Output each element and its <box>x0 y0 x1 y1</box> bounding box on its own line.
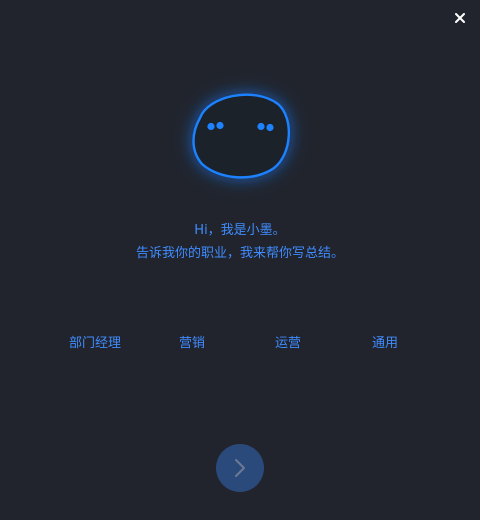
option-general[interactable]: 通用 <box>372 334 398 354</box>
mascot-avatar <box>190 88 292 180</box>
occupation-options: 部门经理 营销 运营 通用 <box>0 334 480 354</box>
option-operations[interactable]: 运营 <box>275 334 301 354</box>
greeting-text: Hi，我是小墨。 <box>194 223 286 238</box>
chevron-right-icon <box>235 459 245 477</box>
next-button[interactable] <box>216 444 264 492</box>
prompt-text: 告诉我你的职业，我来帮你写总结。 <box>135 246 344 261</box>
close-button[interactable] <box>450 8 470 28</box>
dialog-window: Hi，我是小墨。 告诉我你的职业，我来帮你写总结。 部门经理 营销 运营 通用 <box>0 0 480 520</box>
option-department-manager[interactable]: 部门经理 <box>69 334 121 354</box>
option-marketing[interactable]: 营销 <box>179 334 205 354</box>
mascot-face-icon <box>192 93 291 179</box>
close-icon <box>455 13 465 23</box>
